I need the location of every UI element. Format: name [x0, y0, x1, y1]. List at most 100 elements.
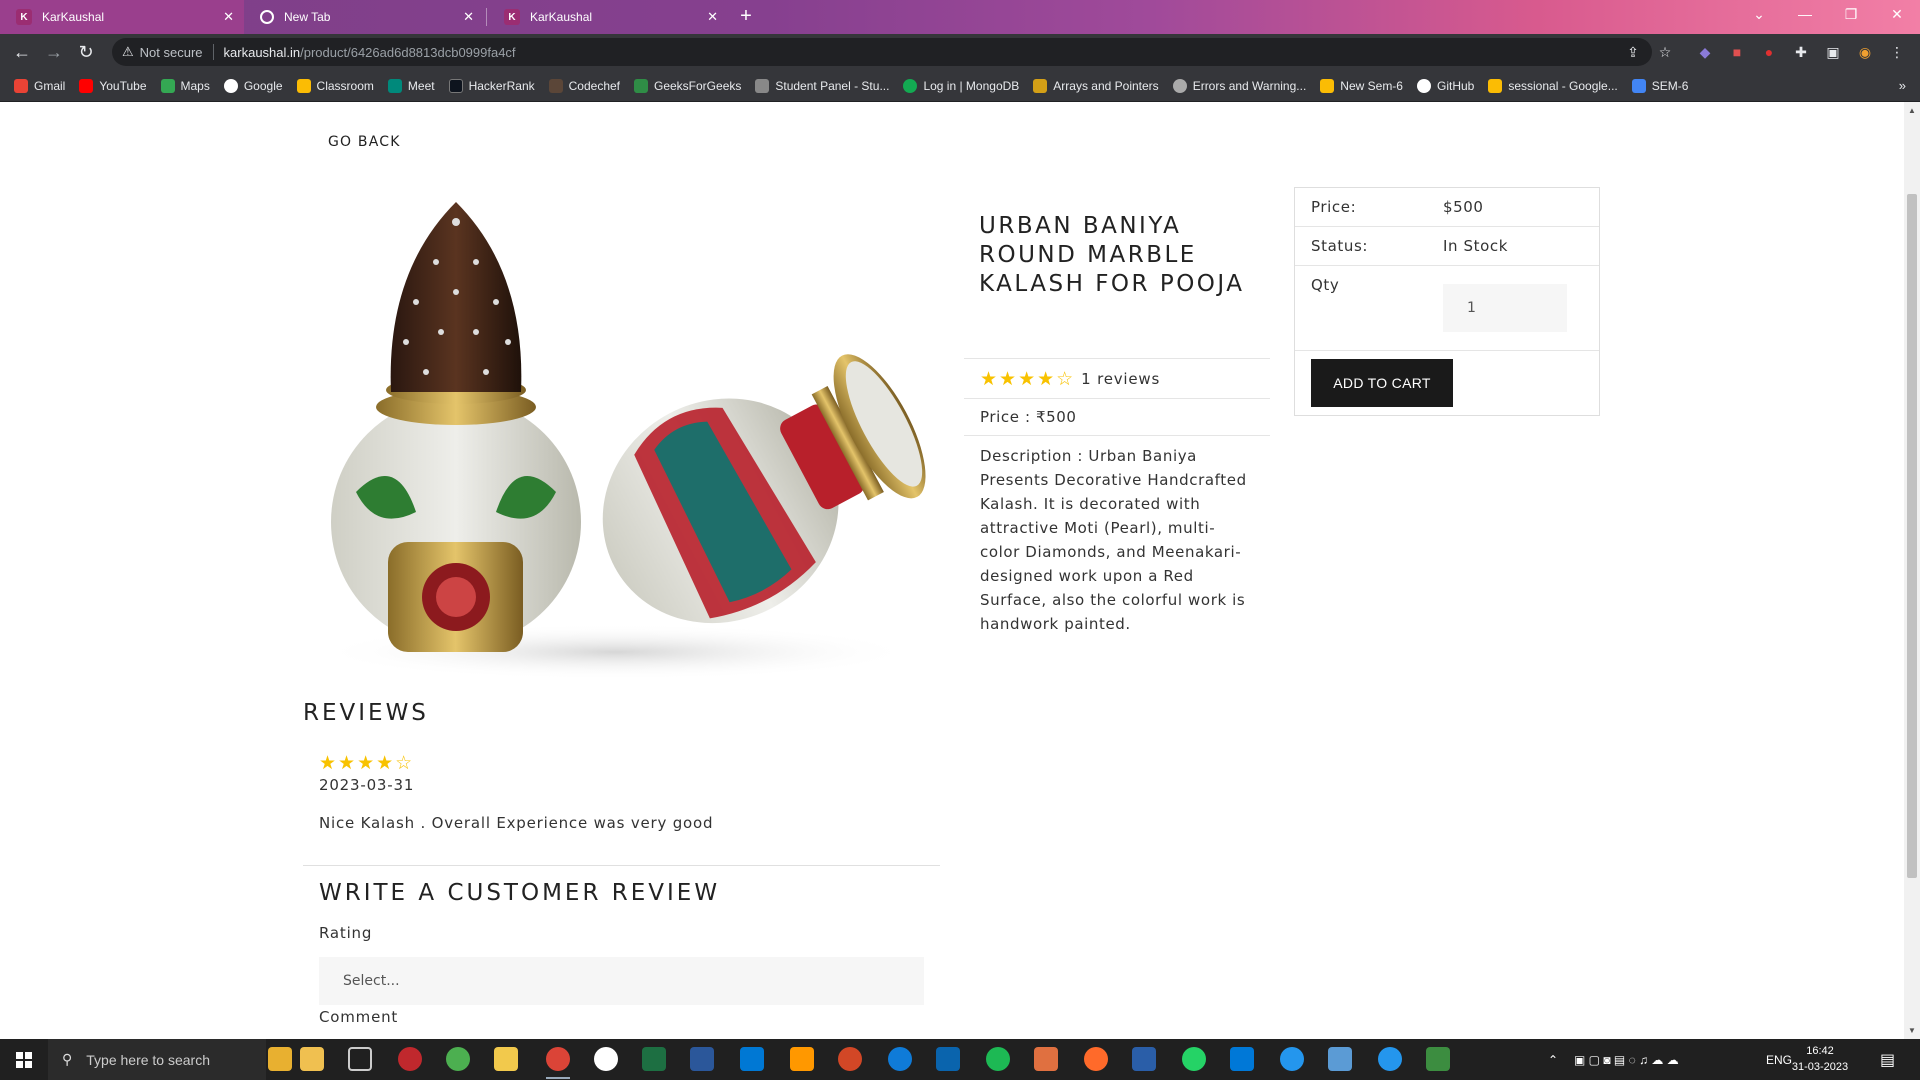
- bookmark-meet[interactable]: Meet: [387, 78, 435, 93]
- taskbar-search[interactable]: ⚲ Type here to search: [48, 1039, 266, 1080]
- qty-select[interactable]: 1: [1443, 284, 1567, 332]
- rating-select[interactable]: Select...: [319, 957, 924, 1005]
- show-hidden-icons[interactable]: ⌃: [1548, 1039, 1558, 1080]
- tab-karkaushal-1[interactable]: K KarKaushal ✕: [0, 0, 244, 34]
- security-label[interactable]: Not secure: [140, 45, 203, 60]
- tab-search-icon[interactable]: ⌄: [1736, 0, 1782, 28]
- arrays-icon: [1033, 78, 1048, 93]
- bookmark-label: GeeksForGeeks: [654, 78, 742, 93]
- review-item: ★★★★☆ 2023-03-31 Nice Kalash . Overall E…: [319, 752, 713, 832]
- bookmark-github[interactable]: GitHub: [1416, 78, 1474, 93]
- menu-kebab-icon[interactable]: ⋮: [1888, 43, 1906, 61]
- scrollbar-thumb[interactable]: [1907, 194, 1917, 878]
- bookmark-codechef[interactable]: Codechef: [548, 78, 620, 93]
- bookmark-google[interactable]: Google: [223, 78, 283, 93]
- notification-icon[interactable]: ▤: [1880, 1039, 1895, 1080]
- extension-shield-icon[interactable]: ◆: [1696, 43, 1714, 61]
- spotify-icon[interactable]: [986, 1047, 1010, 1071]
- postman-icon[interactable]: [1084, 1047, 1108, 1071]
- reviews-count: 1 reviews: [1081, 369, 1161, 388]
- scroll-down-icon[interactable]: ▼: [1908, 1026, 1916, 1035]
- profile-avatar-icon[interactable]: ◉: [1856, 43, 1874, 61]
- close-tab-icon[interactable]: ✕: [463, 9, 474, 25]
- bookmark-new-sem-6[interactable]: New Sem-6: [1320, 78, 1403, 93]
- address-bar[interactable]: ⚠ Not secure karkaushal.in/product/6426a…: [112, 38, 1652, 66]
- close-tab-icon[interactable]: ✕: [707, 9, 718, 25]
- side-panel-icon[interactable]: ▣: [1824, 43, 1842, 61]
- docker-desktop-icon[interactable]: [1378, 1047, 1402, 1071]
- store-icon[interactable]: [740, 1047, 764, 1071]
- product-description: Description : Urban Baniya Presents Deco…: [964, 435, 1270, 645]
- excel-icon[interactable]: [642, 1047, 666, 1071]
- purchase-card: Price: $500 Status: In Stock Qty 1 ADD T…: [1294, 187, 1600, 416]
- bookmark-sessional[interactable]: sessional - Google...: [1488, 78, 1618, 93]
- system-clock[interactable]: 16:42 31-03-2023: [1790, 1043, 1850, 1075]
- bookmark-maps[interactable]: Maps: [160, 78, 210, 93]
- close-window-button[interactable]: ✕: [1874, 0, 1920, 28]
- forward-arrow-icon[interactable]: →: [44, 42, 64, 62]
- notepad-icon[interactable]: [1426, 1047, 1450, 1071]
- restore-button[interactable]: ❐: [1828, 0, 1874, 28]
- bookmark-student-panel[interactable]: Student Panel - Stu...: [755, 78, 889, 93]
- mail-icon[interactable]: [936, 1047, 960, 1071]
- app-red-icon[interactable]: [398, 1047, 422, 1071]
- docker-icon[interactable]: [1280, 1047, 1304, 1071]
- bookmark-arrays-pointers[interactable]: Arrays and Pointers: [1033, 78, 1159, 93]
- bookmark-gmail[interactable]: Gmail: [14, 78, 65, 93]
- share-icon[interactable]: ⇪: [1624, 43, 1642, 61]
- rating-label: Rating: [319, 924, 373, 942]
- whatsapp-icon[interactable]: [1182, 1047, 1206, 1071]
- karkaushal-favicon-icon: K: [504, 9, 520, 25]
- back-arrow-icon[interactable]: ←: [12, 42, 32, 62]
- tab-new-tab[interactable]: New Tab ✕: [244, 0, 484, 34]
- remote-desktop-icon[interactable]: [1328, 1047, 1352, 1071]
- go-back-button[interactable]: GO BACK: [310, 126, 419, 158]
- vscode-icon[interactable]: [1230, 1047, 1254, 1071]
- task-view-icon[interactable]: [348, 1047, 372, 1071]
- widget-app-icon-2[interactable]: [300, 1047, 324, 1071]
- tab-separator: [486, 8, 487, 26]
- powershell-icon[interactable]: [1132, 1047, 1156, 1071]
- status-value: In Stock: [1443, 237, 1509, 255]
- google-app-icon[interactable]: [594, 1047, 618, 1071]
- scroll-up-icon[interactable]: ▲: [1908, 106, 1916, 115]
- classroom-icon: [296, 78, 311, 93]
- brave-icon[interactable]: [446, 1047, 470, 1071]
- bookmark-classroom[interactable]: Classroom: [296, 78, 374, 93]
- youtube-icon: [79, 78, 94, 93]
- extension-red-icon[interactable]: ■: [1728, 43, 1746, 61]
- close-tab-icon[interactable]: ✕: [223, 9, 234, 25]
- tab-karkaushal-2[interactable]: K KarKaushal ✕: [488, 0, 728, 34]
- minimize-button[interactable]: —: [1782, 0, 1828, 28]
- add-to-cart-button[interactable]: ADD TO CART: [1311, 359, 1453, 407]
- word-icon[interactable]: [690, 1047, 714, 1071]
- tray-icons[interactable]: ▣ ▢ ◙ ▤ ◌ ♫ ☁ ☁: [1574, 1039, 1679, 1080]
- url-host: karkaushal.in: [223, 44, 301, 60]
- file-explorer-icon[interactable]: [494, 1047, 518, 1071]
- warning-icon[interactable]: ⚠: [122, 44, 134, 60]
- new-tab-button[interactable]: +: [734, 6, 758, 28]
- page-scrollbar[interactable]: ▲ ▼: [1904, 102, 1920, 1039]
- powerpoint-icon[interactable]: [838, 1047, 862, 1071]
- widget-app-icon[interactable]: [268, 1047, 292, 1071]
- language-indicator[interactable]: ENG: [1766, 1039, 1792, 1080]
- extensions-puzzle-icon[interactable]: ✚: [1792, 43, 1810, 61]
- office-icon[interactable]: [1034, 1047, 1058, 1071]
- bookmark-label: Errors and Warning...: [1192, 78, 1307, 93]
- more-bookmarks-icon[interactable]: »: [1899, 78, 1906, 93]
- reload-icon[interactable]: ↻: [76, 42, 96, 62]
- chrome-icon[interactable]: [546, 1047, 570, 1071]
- bookmark-sem-6[interactable]: SEM-6: [1631, 78, 1688, 93]
- sublime-icon[interactable]: [790, 1047, 814, 1071]
- edge-icon[interactable]: [888, 1047, 912, 1071]
- mongodb-icon: [903, 78, 918, 93]
- start-button[interactable]: [0, 1039, 48, 1080]
- bookmark-hackerrank[interactable]: HackerRank: [448, 78, 535, 93]
- bookmark-star-icon[interactable]: ☆: [1656, 43, 1674, 61]
- bookmark-errors-warnings[interactable]: Errors and Warning...: [1172, 78, 1307, 93]
- write-review-heading: WRITE A CUSTOMER REVIEW: [319, 880, 721, 906]
- bookmark-youtube[interactable]: YouTube: [79, 78, 147, 93]
- extension-record-icon[interactable]: ●: [1760, 43, 1778, 61]
- bookmark-mongodb[interactable]: Log in | MongoDB: [903, 78, 1019, 93]
- bookmark-geeksforgeeks[interactable]: GeeksForGeeks: [634, 78, 742, 93]
